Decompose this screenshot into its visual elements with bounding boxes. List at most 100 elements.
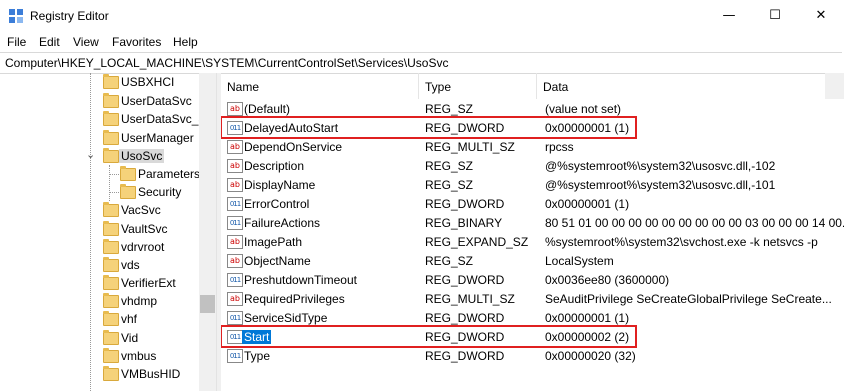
tree-item-vid[interactable]: Vid <box>0 329 200 347</box>
value-type: REG_EXPAND_SZ <box>425 235 529 249</box>
string-value-icon: ab <box>227 102 243 116</box>
binary-value-icon: 011 <box>227 349 243 363</box>
annotation-highlight-box <box>221 116 637 139</box>
values-list[interactable]: Name Type Data ab (Default) REG_SZ (value n… <box>221 73 844 391</box>
menu-view[interactable]: View <box>73 35 99 49</box>
value-row-type[interactable]: 011 Type REG_DWORD 0x00000020 (32) <box>221 346 844 365</box>
value-type: REG_DWORD <box>425 197 505 211</box>
value-type: REG_MULTI_SZ <box>425 292 515 306</box>
value-row-failureactions[interactable]: 011 FailureActions REG_BINARY 80 51 01 00 0… <box>221 213 844 232</box>
column-header-data[interactable]: Data <box>537 73 843 99</box>
tree-item-label: Parameters <box>138 167 201 181</box>
value-name: Description <box>244 159 305 173</box>
tree-item-vmbus[interactable]: vmbus <box>0 347 200 365</box>
folder-icon <box>103 111 119 126</box>
binary-value-icon: 011 <box>227 197 243 211</box>
value-row-dependonservice[interactable]: ab DependOnService REG_MULTI_SZ rpcss <box>221 137 844 156</box>
string-value-icon: ab <box>227 178 243 192</box>
tree-item-label: vds <box>121 258 140 272</box>
value-row-requiredprivileges[interactable]: ab RequiredPrivileges REG_MULTI_SZ SeAuditP… <box>221 289 844 308</box>
tree-item-userdatasvc[interactable]: UserDataSvc <box>0 92 200 110</box>
menu-edit[interactable]: Edit <box>39 35 60 49</box>
string-value-icon: ab <box>227 292 243 306</box>
value-type: REG_SZ <box>425 254 474 268</box>
value-row-objectname[interactable]: ab ObjectName REG_SZ LocalSystem <box>221 251 844 270</box>
menu-help[interactable]: Help <box>173 35 198 49</box>
key-tree[interactable]: USBXHCI UserDataSvc UserDataSvc_3 UserMa… <box>0 73 216 391</box>
folder-icon <box>120 166 136 181</box>
value-type: REG_DWORD <box>425 273 505 287</box>
value-data: SeAuditPrivilege SeCreateGlobalPrivilege… <box>545 292 832 306</box>
column-header-type[interactable]: Type <box>419 73 537 99</box>
tree-scrollbar-thumb[interactable] <box>200 295 215 313</box>
value-row-delayedautostart[interactable]: 011 DelayedAutoStart REG_DWORD 0x00000001 (… <box>221 116 844 139</box>
value-data: %systemroot%\system32\svchost.exe -k net… <box>545 235 818 249</box>
menu-file[interactable]: File <box>7 35 26 49</box>
tree-item-vaultsvc[interactable]: VaultSvc <box>0 220 200 238</box>
tree-item-label: vdrvroot <box>121 240 165 254</box>
value-row-description[interactable]: ab Description REG_SZ @%systemroot%\system3… <box>221 156 844 175</box>
value-type: REG_BINARY <box>425 216 503 230</box>
value-data: @%systemroot%\system32\usosvc.dll,-101 <box>545 178 776 192</box>
tree-item-vmbushid[interactable]: VMBusHID <box>0 365 200 383</box>
tree-item-userdatasvc-3[interactable]: UserDataSvc_3 <box>0 110 205 128</box>
tree-item-usosvc[interactable]: ⌄ UsoSvc <box>0 147 200 165</box>
tree-item-vhdmp[interactable]: vhdmp <box>0 292 200 310</box>
tree-item-usermanager[interactable]: UserManager <box>0 129 200 147</box>
menu-bar: File Edit View Favorites Help <box>0 32 844 52</box>
maximize-button[interactable]: ☐ <box>752 0 798 32</box>
value-name: (Default) <box>244 102 291 116</box>
tree-item-label: VerifierExt <box>121 276 176 290</box>
address-bar[interactable]: Computer\HKEY_LOCAL_MACHINE\SYSTEM\Curre… <box>0 52 842 74</box>
value-name: Type <box>244 349 271 363</box>
value-row-preshutdowntimeout[interactable]: 011 PreshutdownTimeout REG_DWORD 0x0036ee80… <box>221 270 844 289</box>
string-value-icon: ab <box>227 140 243 154</box>
value-row-displayname[interactable]: ab DisplayName REG_SZ @%systemroot%\system3… <box>221 175 844 194</box>
folder-icon <box>103 257 119 272</box>
value-data: LocalSystem <box>545 254 614 268</box>
value-type: REG_DWORD <box>425 311 505 325</box>
title-bar: Registry Editor — ☐ ✕ <box>0 0 844 32</box>
tree-item-label: vhf <box>121 312 138 326</box>
value-row-imagepath[interactable]: ab ImagePath REG_EXPAND_SZ %systemroot%\sys… <box>221 232 844 251</box>
folder-icon <box>103 221 119 236</box>
value-type: REG_SZ <box>425 178 474 192</box>
value-data: 0x0036ee80 (3600000) <box>545 273 670 287</box>
tree-item-label: vmbus <box>121 349 157 363</box>
menu-favorites[interactable]: Favorites <box>112 35 161 49</box>
tree-item-usbxhci[interactable]: USBXHCI <box>0 73 200 91</box>
value-name: DisplayName <box>244 178 316 192</box>
value-row-start[interactable]: 011 Start REG_DWORD 0x00000002 (2) <box>221 325 844 348</box>
folder-icon <box>103 366 119 381</box>
chevron-down-icon[interactable]: ⌄ <box>86 148 95 161</box>
minimize-button[interactable]: — <box>706 0 752 32</box>
tree-item-parameters[interactable]: Parameters <box>0 165 200 183</box>
value-name: ServiceSidType <box>244 311 328 325</box>
value-name: DependOnService <box>244 140 343 154</box>
folder-icon <box>103 293 119 308</box>
list-scroll-corner <box>825 73 844 99</box>
column-header-name[interactable]: Name <box>221 73 419 99</box>
folder-icon <box>103 93 119 108</box>
tree-item-label: UserDataSvc_3 <box>121 112 206 126</box>
folder-open-icon <box>103 148 119 163</box>
tree-item-verifierext[interactable]: VerifierExt <box>0 274 200 292</box>
value-type: REG_SZ <box>425 159 474 173</box>
tree-item-security[interactable]: Security <box>0 183 200 201</box>
close-button[interactable]: ✕ <box>798 0 844 32</box>
annotation-highlight-box <box>221 325 637 348</box>
registry-editor-icon <box>9 9 23 23</box>
tree-item-vhf[interactable]: vhf <box>0 310 200 328</box>
tree-scrollbar[interactable] <box>199 73 216 391</box>
value-name: ErrorControl <box>244 197 310 211</box>
value-data: 0x00000001 (1) <box>545 197 630 211</box>
tree-item-vacsvc[interactable]: VacSvc <box>0 201 200 219</box>
folder-icon <box>103 330 119 345</box>
value-data: 80 51 01 00 00 00 00 00 00 00 00 00 03 0… <box>545 216 844 230</box>
value-row-errorcontrol[interactable]: 011 ErrorControl REG_DWORD 0x00000001 (1) <box>221 194 844 213</box>
tree-item-vdrvroot[interactable]: vdrvroot <box>0 238 200 256</box>
tree-item-vds[interactable]: vds <box>0 256 200 274</box>
tree-item-label: UserManager <box>121 131 194 145</box>
tree-item-label: Security <box>138 185 182 199</box>
folder-icon <box>103 239 119 254</box>
